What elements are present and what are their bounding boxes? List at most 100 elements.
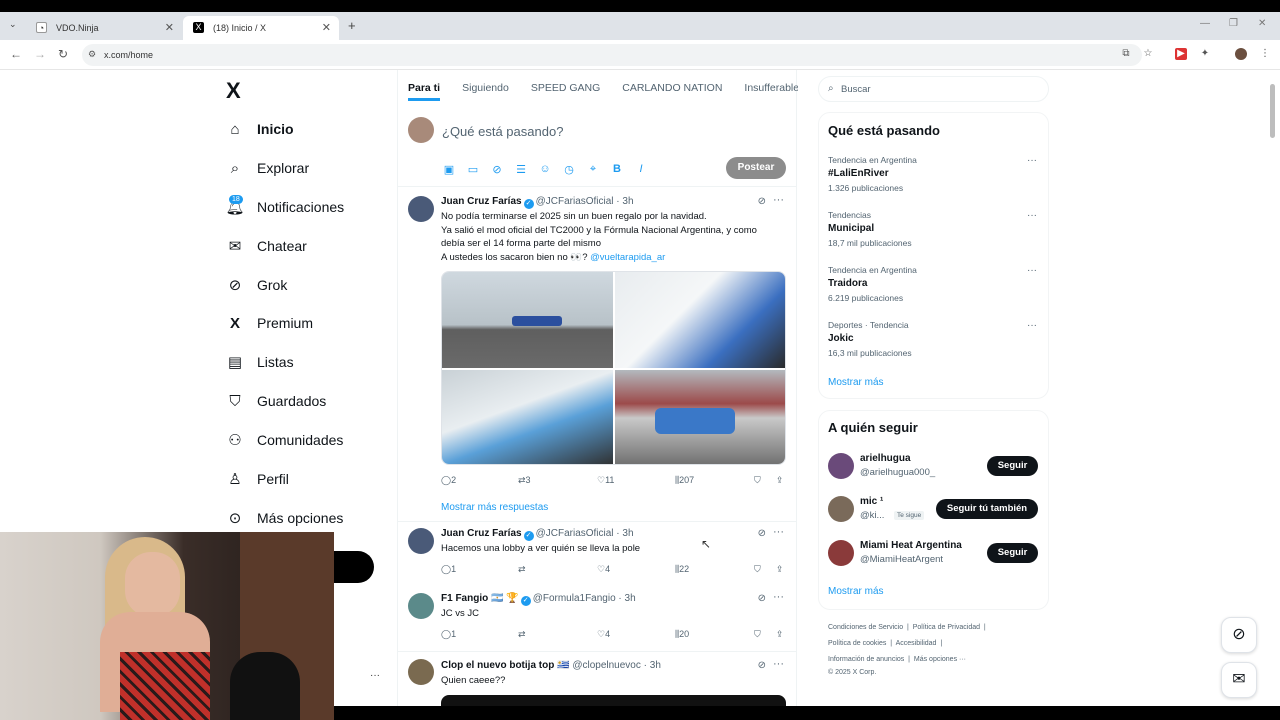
- tab-carlando-nation[interactable]: CARLANDO NATION: [622, 82, 722, 101]
- tweet-author[interactable]: Juan Cruz Farías: [441, 196, 522, 207]
- views-button[interactable]: ⫼ 207: [675, 475, 694, 486]
- share-icon[interactable]: ⇪: [776, 629, 784, 640]
- follow-button[interactable]: Seguir: [987, 456, 1038, 476]
- footer-link[interactable]: Accesibilidad: [896, 640, 937, 647]
- nav-inicio[interactable]: ⌂ Inicio: [226, 117, 293, 141]
- views-button[interactable]: ⫼ 20: [675, 629, 689, 640]
- gif-icon[interactable]: ▭: [467, 163, 479, 176]
- trend-more-icon[interactable]: ···: [1027, 210, 1037, 221]
- nav-comunidades[interactable]: ⚇ Comunidades: [226, 428, 343, 452]
- footer-link[interactable]: Información de anuncios: [828, 656, 904, 663]
- share-icon[interactable]: ⇪: [776, 475, 784, 486]
- emoji-icon[interactable]: ☺: [539, 163, 551, 175]
- nav-explorar[interactable]: ⌕ Explorar: [226, 156, 309, 180]
- trend-name[interactable]: Jokic: [828, 333, 854, 344]
- nav-notificaciones[interactable]: 🔔︎ Notificaciones: [225, 195, 344, 219]
- tweet-handle[interactable]: @JCFariasOficial · 3h: [536, 196, 634, 207]
- tweet-avatar[interactable]: [408, 528, 434, 554]
- trend-name[interactable]: Municipal: [828, 223, 874, 234]
- footer-link[interactable]: Más opciones ···: [914, 656, 966, 663]
- follow-avatar[interactable]: [828, 540, 854, 566]
- compose-input[interactable]: ¿Qué está pasando?: [442, 124, 563, 139]
- footer-link[interactable]: Condiciones de Servicio: [828, 624, 903, 631]
- install-app-icon[interactable]: ⧉: [1120, 48, 1132, 60]
- follow-show-more[interactable]: Mostrar más: [828, 586, 884, 597]
- page-scrollbar[interactable]: [1270, 84, 1275, 138]
- tweet-handle[interactable]: @JCFariasOficial · 3h: [536, 528, 634, 539]
- bookmark-icon[interactable]: ⛉: [754, 629, 761, 640]
- bookmark-star-icon[interactable]: ☆: [1142, 48, 1154, 60]
- show-more-replies[interactable]: Mostrar más respuestas: [441, 502, 548, 513]
- profile-avatar-icon[interactable]: [1235, 48, 1247, 60]
- extension-icon[interactable]: ▶: [1175, 48, 1187, 60]
- poll-icon[interactable]: ☰: [515, 163, 527, 176]
- nav-listas[interactable]: ▤ Listas: [226, 350, 294, 374]
- nav-chatear[interactable]: ✉ Chatear: [226, 234, 307, 258]
- tab-speed-gang[interactable]: SPEED GANG: [531, 82, 600, 101]
- grok-explain-icon[interactable]: ⊘: [758, 528, 766, 539]
- nav-guardados[interactable]: ⛉ Guardados: [226, 389, 326, 413]
- extensions-puzzle-icon[interactable]: ✦: [1199, 48, 1211, 60]
- close-tab-icon[interactable]: ✕: [165, 21, 174, 34]
- tab-search-icon[interactable]: ⌄: [9, 19, 17, 30]
- repost-button[interactable]: ⇄: [518, 564, 526, 575]
- trend-more-icon[interactable]: ···: [1027, 320, 1037, 331]
- media-image-2[interactable]: [615, 272, 785, 368]
- tweet-author[interactable]: F1 Fangio 🇦🇷 🏆: [441, 593, 519, 604]
- back-icon[interactable]: ←: [10, 47, 22, 61]
- media-image-1[interactable]: [442, 272, 613, 368]
- tab-insufferable[interactable]: Insufferable W: [744, 82, 798, 101]
- bookmark-icon[interactable]: ⛉: [754, 564, 761, 575]
- follow-back-button[interactable]: Seguir tú también: [936, 499, 1038, 519]
- tweet-media-grid[interactable]: [441, 271, 786, 465]
- grok-explain-icon[interactable]: ⊘: [758, 660, 766, 671]
- messages-fab-icon[interactable]: ✉: [1221, 662, 1257, 698]
- tweet-handle[interactable]: @Formula1Fangio · 3h: [533, 593, 636, 604]
- trend-more-icon[interactable]: ···: [1027, 265, 1037, 276]
- bookmark-icon[interactable]: ⛉: [754, 475, 761, 486]
- media-image-4[interactable]: [615, 370, 785, 464]
- trend-more-icon[interactable]: ···: [1027, 155, 1037, 166]
- follow-name[interactable]: mic ¹: [860, 496, 883, 507]
- trend-name[interactable]: #LaliEnRiver: [828, 168, 889, 179]
- share-icon[interactable]: ⇪: [776, 564, 784, 575]
- nav-mas-opciones[interactable]: ⊙ Más opciones: [226, 506, 344, 530]
- tray-dots-icon[interactable]: ···: [370, 670, 380, 681]
- image-icon[interactable]: ▣: [443, 163, 455, 176]
- tweet-author[interactable]: Juan Cruz Farías: [441, 528, 522, 539]
- x-logo[interactable]: X: [226, 78, 241, 104]
- repost-button[interactable]: ⇄ 3: [518, 475, 531, 486]
- tweet-avatar[interactable]: [408, 593, 434, 619]
- more-icon[interactable]: ···: [773, 658, 784, 670]
- browser-tab-vdoninja[interactable]: ◔ VDO.Ninja ✕: [26, 16, 182, 40]
- tweet-author[interactable]: Clop el nuevo botija top 🇺🇾: [441, 660, 570, 671]
- nav-premium[interactable]: X Premium: [226, 311, 313, 335]
- restore-icon[interactable]: ❐: [1229, 18, 1238, 29]
- tweet-handle[interactable]: @clopelnuevoc · 3h: [572, 660, 661, 671]
- more-icon[interactable]: ···: [773, 526, 784, 538]
- tab-para-ti[interactable]: Para ti: [408, 82, 441, 101]
- like-button[interactable]: ♡ 4: [597, 564, 610, 575]
- views-button[interactable]: ⫼ 22: [675, 564, 689, 575]
- reload-icon[interactable]: ↻: [58, 47, 68, 61]
- footer-link[interactable]: Política de Privacidad: [913, 624, 980, 631]
- footer-link[interactable]: Política de cookies: [828, 640, 886, 647]
- follow-name[interactable]: Miami Heat Argentina: [860, 540, 962, 551]
- tweet-avatar[interactable]: [408, 659, 434, 685]
- reply-button[interactable]: ◯ 2: [441, 475, 456, 486]
- trend-name[interactable]: Traidora: [828, 278, 867, 289]
- nav-grok[interactable]: ⊘ Grok: [226, 273, 288, 297]
- italic-icon[interactable]: I: [635, 163, 647, 175]
- grok-fab-icon[interactable]: ⊘: [1221, 617, 1257, 653]
- like-button[interactable]: ♡ 11: [597, 475, 614, 486]
- reply-button[interactable]: ◯ 1: [441, 629, 456, 640]
- minimize-icon[interactable]: —: [1200, 18, 1210, 29]
- follow-button[interactable]: Seguir: [987, 543, 1038, 563]
- grok-compose-icon[interactable]: ⊘: [491, 163, 503, 176]
- more-icon[interactable]: ···: [773, 591, 784, 603]
- mention-link[interactable]: @vueltarapida_ar: [590, 252, 665, 263]
- search-input[interactable]: ⌕ Buscar: [818, 76, 1049, 102]
- post-button[interactable]: Postear: [726, 157, 786, 179]
- url-field[interactable]: ⚙ x.com/home: [82, 44, 1142, 66]
- nav-perfil[interactable]: ♙ Perfil: [226, 467, 289, 491]
